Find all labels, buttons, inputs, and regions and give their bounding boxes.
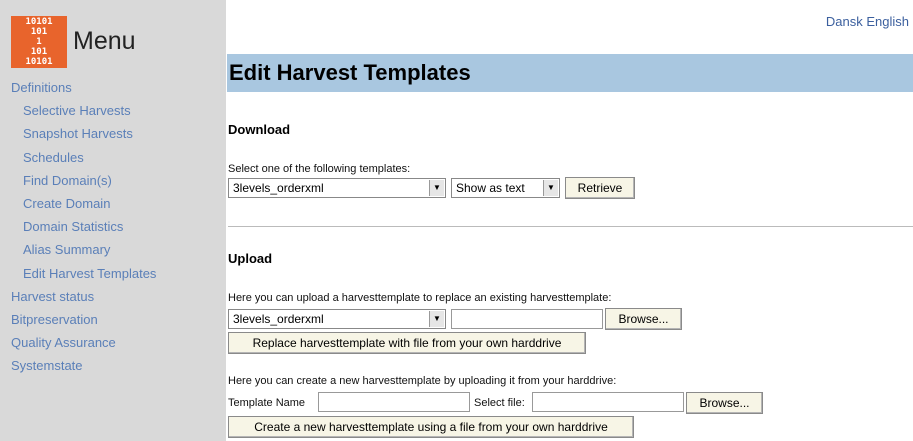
sidebar-item-harvest-status[interactable]: Harvest status bbox=[0, 285, 226, 308]
replace-template-select[interactable]: 3levels_orderxml ▼ bbox=[228, 309, 446, 329]
create-file-input[interactable] bbox=[532, 392, 684, 412]
download-format-select[interactable]: Show as text ▼ bbox=[451, 178, 560, 198]
lang-english-link[interactable]: English bbox=[866, 14, 909, 29]
replace-template-button[interactable]: Replace harvesttemplate with file from y… bbox=[228, 332, 586, 354]
chevron-down-icon: ▼ bbox=[429, 180, 444, 196]
replace-instruction: Here you can upload a harvesttemplate to… bbox=[228, 292, 612, 304]
retrieve-button[interactable]: Retrieve bbox=[565, 177, 635, 199]
sidebar-item-selective-harvests[interactable]: Selective Harvests bbox=[0, 99, 226, 122]
netarchive-logo-icon: 10101 101 1 101 10101 bbox=[11, 16, 67, 68]
download-template-value: 3levels_orderxml bbox=[233, 181, 324, 195]
replace-browse-button[interactable]: Browse... bbox=[605, 308, 682, 330]
sidebar-item-quality-assurance[interactable]: Quality Assurance bbox=[0, 331, 226, 354]
sidebar-item-bitpreservation[interactable]: Bitpreservation bbox=[0, 308, 226, 331]
sidebar-item-snapshot-harvests[interactable]: Snapshot Harvests bbox=[0, 122, 226, 145]
download-heading: Download bbox=[228, 122, 291, 137]
download-template-select[interactable]: 3levels_orderxml ▼ bbox=[228, 178, 446, 198]
language-switch: Dansk English bbox=[826, 14, 909, 29]
sidebar-nav: Definitions Selective Harvests Snapshot … bbox=[0, 76, 226, 377]
lang-dansk-link[interactable]: Dansk bbox=[826, 14, 863, 29]
menu-title: Menu bbox=[73, 27, 136, 55]
sidebar-item-create-domain[interactable]: Create Domain bbox=[0, 192, 226, 215]
create-template-button[interactable]: Create a new harvesttemplate using a fil… bbox=[228, 416, 634, 438]
replace-file-input[interactable] bbox=[451, 309, 603, 329]
sidebar-item-systemstate[interactable]: Systemstate bbox=[0, 354, 226, 377]
replace-template-value: 3levels_orderxml bbox=[233, 312, 324, 326]
sidebar-item-edit-harvest-templates[interactable]: Edit Harvest Templates bbox=[0, 262, 226, 285]
chevron-down-icon: ▼ bbox=[543, 180, 558, 196]
sidebar-item-domain-statistics[interactable]: Domain Statistics bbox=[0, 215, 226, 238]
create-browse-button[interactable]: Browse... bbox=[686, 392, 763, 414]
upload-heading: Upload bbox=[228, 251, 273, 266]
sidebar-item-definitions[interactable]: Definitions bbox=[0, 76, 226, 99]
create-instruction: Here you can create a new harvesttemplat… bbox=[228, 375, 617, 387]
sidebar-item-alias-summary[interactable]: Alias Summary bbox=[0, 238, 226, 261]
template-name-label: Template Name bbox=[228, 397, 306, 409]
sidebar-item-schedules[interactable]: Schedules bbox=[0, 146, 226, 169]
download-format-value: Show as text bbox=[456, 181, 525, 195]
page-title: Edit Harvest Templates bbox=[229, 60, 471, 85]
chevron-down-icon: ▼ bbox=[429, 311, 444, 327]
sidebar: 10101 101 1 101 10101 Menu Definitions S… bbox=[0, 0, 226, 441]
download-instruction: Select one of the following templates: bbox=[228, 163, 411, 175]
template-name-input[interactable] bbox=[318, 392, 470, 412]
sidebar-item-find-domains[interactable]: Find Domain(s) bbox=[0, 169, 226, 192]
section-divider bbox=[228, 226, 913, 227]
select-file-label: Select file: bbox=[474, 397, 525, 409]
